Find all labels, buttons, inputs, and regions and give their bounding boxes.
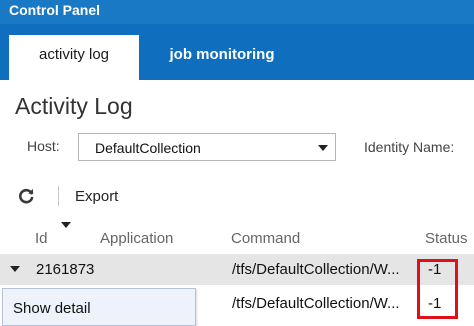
page-title: Activity Log [15, 93, 133, 119]
refresh-icon[interactable] [17, 187, 35, 205]
cell-id: 2161873 [36, 261, 95, 278]
sort-descending-icon [61, 222, 71, 228]
toolbar-divider [58, 186, 59, 206]
column-header-application[interactable]: Application [100, 230, 173, 247]
tab-strip: activity log job monitoring [0, 24, 474, 80]
context-menu: Show detail [2, 288, 196, 326]
cell-command: /tfs/DefaultCollection/W... [232, 295, 400, 312]
column-header-id[interactable]: Id [35, 230, 48, 247]
title-bar: Control Panel [0, 0, 474, 24]
identity-name-label: Identity Name: [364, 139, 455, 155]
host-selected-value: DefaultCollection [95, 140, 201, 156]
host-label: Host: [27, 138, 60, 154]
table-row[interactable]: 2161873 /tfs/DefaultCollection/W... -1 [0, 254, 474, 285]
export-button[interactable]: Export [75, 188, 118, 205]
chevron-down-icon [318, 145, 328, 151]
window-title: Control Panel [9, 2, 101, 18]
tab-activity-log[interactable]: activity log [9, 35, 139, 80]
cell-command: /tfs/DefaultCollection/W... [232, 261, 400, 278]
tab-job-monitoring[interactable]: job monitoring [147, 35, 297, 80]
status-highlight-box [417, 259, 458, 319]
menu-item-label: Show detail [13, 300, 91, 317]
host-select[interactable]: DefaultCollection [78, 133, 336, 161]
column-header-status[interactable]: Status [425, 230, 468, 247]
menu-item-show-detail[interactable]: Show detail [3, 289, 195, 325]
expand-row-icon[interactable] [10, 266, 20, 272]
column-header-command[interactable]: Command [231, 230, 300, 247]
